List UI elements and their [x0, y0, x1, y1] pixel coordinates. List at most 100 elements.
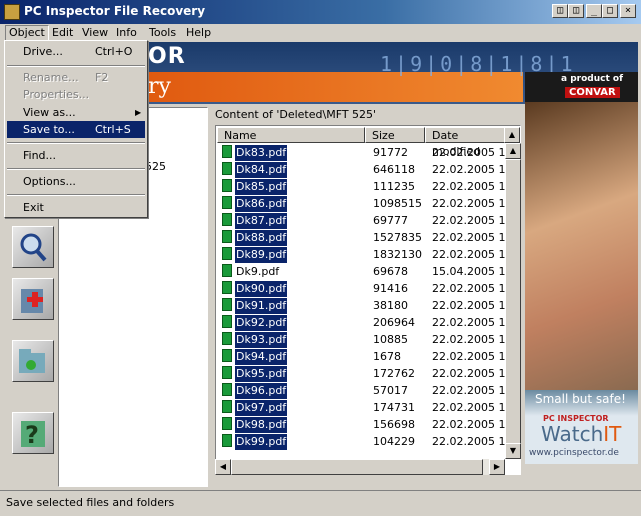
restore-small-icon[interactable]: ◫: [552, 4, 568, 18]
menu-item-exit[interactable]: Exit: [7, 199, 145, 216]
file-name-cell[interactable]: Dk86.pdf: [222, 196, 288, 212]
app-icon[interactable]: [4, 4, 20, 20]
pdf-file-icon: [222, 196, 232, 209]
maximize-button[interactable]: □: [602, 4, 618, 18]
file-row[interactable]: Dk95.pdf 172762 22.02.2005 19: [216, 366, 516, 383]
file-name-cell[interactable]: Dk84.pdf: [222, 162, 288, 178]
file-name-cell[interactable]: Dk87.pdf: [222, 213, 288, 229]
sort-arrow-icon[interactable]: ▲: [504, 127, 520, 143]
file-date: 22.02.2005 19: [432, 248, 513, 261]
ad-url[interactable]: www.pcinspector.de: [529, 448, 619, 458]
help-button[interactable]: ?: [12, 412, 54, 454]
file-row[interactable]: Dk83.pdf 91772 22.02.2005 19: [216, 145, 516, 162]
column-header-date[interactable]: Date modified: [425, 127, 505, 158]
file-row[interactable]: Dk94.pdf 1678 22.02.2005 19: [216, 349, 516, 366]
file-date: 22.02.2005 19: [432, 350, 513, 363]
pdf-file-icon: [222, 281, 232, 294]
menu-view[interactable]: View: [79, 26, 111, 40]
file-row[interactable]: Dk86.pdf 1098515 22.02.2005 19: [216, 196, 516, 213]
menu-item-label: View as...: [23, 106, 76, 119]
file-date: 22.02.2005 19: [432, 282, 513, 295]
ad-footer: Small but safe! PC INSPECTOR WatchIT www…: [525, 390, 638, 464]
file-name: Dk94.pdf: [235, 349, 288, 365]
recover-folder-button[interactable]: [12, 340, 54, 382]
file-row[interactable]: Dk84.pdf 646118 22.02.2005 19: [216, 162, 516, 179]
pdf-file-icon: [222, 213, 232, 226]
menu-separator: [7, 142, 145, 144]
file-row[interactable]: Dk88.pdf 1527835 22.02.2005 19: [216, 230, 516, 247]
menu-item-view-as[interactable]: View as... ▶: [7, 104, 145, 121]
file-row[interactable]: Dk85.pdf 111235 22.02.2005 19: [216, 179, 516, 196]
menu-separator: [7, 65, 145, 67]
column-header-size[interactable]: Size: [365, 127, 425, 143]
menu-item-find[interactable]: Find...: [7, 147, 145, 164]
file-size: 1098515: [373, 197, 422, 210]
file-name-cell[interactable]: Dk91.pdf: [222, 298, 288, 314]
file-name-cell[interactable]: Dk96.pdf: [222, 383, 288, 399]
menu-item-label: Exit: [23, 201, 44, 214]
tree-item-partial[interactable]: 525: [145, 160, 166, 173]
file-date: 22.02.2005 19: [432, 197, 513, 210]
file-name-cell[interactable]: Dk85.pdf: [222, 179, 288, 195]
file-name-cell[interactable]: Dk99.pdf: [222, 434, 288, 450]
file-list[interactable]: Name Size Date modified ▲ Dk83.pdf 91772 2…: [215, 125, 521, 475]
file-name: Dk9.pdf: [236, 265, 280, 278]
pdf-file-icon: [222, 179, 232, 192]
file-name: Dk86.pdf: [235, 196, 288, 212]
menu-edit[interactable]: Edit: [49, 26, 76, 40]
find-button[interactable]: [12, 226, 54, 268]
file-name: Dk85.pdf: [235, 179, 288, 195]
file-row[interactable]: Dk91.pdf 38180 22.02.2005 19: [216, 298, 516, 315]
close-button[interactable]: ×: [620, 4, 636, 18]
menu-item-save-to[interactable]: Save to... Ctrl+S: [7, 121, 145, 138]
file-row[interactable]: Dk99.pdf 104229 22.02.2005 19: [216, 434, 516, 451]
minimize-button[interactable]: _: [586, 4, 602, 18]
file-row[interactable]: Dk97.pdf 174731 22.02.2005 19: [216, 400, 516, 417]
logo-text-top: OR: [148, 44, 186, 69]
minimize-icon: _: [590, 5, 598, 16]
file-date: 22.02.2005 19: [432, 299, 513, 312]
file-name-cell[interactable]: Dk9.pdf: [222, 264, 280, 280]
logo-text-bottom: ry: [148, 74, 171, 99]
file-name: Dk99.pdf: [235, 434, 288, 450]
file-name-cell[interactable]: Dk97.pdf: [222, 400, 288, 416]
file-row[interactable]: Dk92.pdf 206964 22.02.2005 19: [216, 315, 516, 332]
file-size: 69678: [373, 265, 408, 278]
file-name-cell[interactable]: Dk92.pdf: [222, 315, 288, 331]
file-size: 1527835: [373, 231, 422, 244]
menu-help[interactable]: Help: [183, 26, 214, 40]
file-name-cell[interactable]: Dk93.pdf: [222, 332, 288, 348]
file-name-cell[interactable]: Dk94.pdf: [222, 349, 288, 365]
file-name-cell[interactable]: Dk95.pdf: [222, 366, 288, 382]
column-header-name[interactable]: Name: [217, 127, 365, 143]
pdf-file-icon: [222, 400, 232, 413]
resize-icon[interactable]: ◫: [568, 4, 584, 18]
file-row[interactable]: Dk9.pdf 69678 15.04.2005 16: [216, 264, 516, 281]
menu-item-label: Rename...: [23, 71, 79, 84]
menu-info[interactable]: Info: [113, 26, 140, 40]
menu-item-drive[interactable]: Drive... Ctrl+O: [7, 43, 145, 60]
file-row[interactable]: Dk93.pdf 10885 22.02.2005 19: [216, 332, 516, 349]
file-date: 22.02.2005 19: [432, 401, 513, 414]
file-size: 91416: [373, 282, 408, 295]
file-row[interactable]: Dk90.pdf 91416 22.02.2005 19: [216, 281, 516, 298]
file-name-cell[interactable]: Dk98.pdf: [222, 417, 288, 433]
file-name-cell[interactable]: Dk89.pdf: [222, 247, 288, 263]
file-name-cell[interactable]: Dk83.pdf: [222, 145, 288, 161]
file-name-cell[interactable]: Dk90.pdf: [222, 281, 288, 297]
menu-separator: [7, 194, 145, 196]
menu-object[interactable]: Object: [5, 25, 49, 41]
pdf-file-icon: [222, 298, 232, 311]
file-size: 156698: [373, 418, 415, 431]
file-row[interactable]: Dk87.pdf 69777 22.02.2005 19: [216, 213, 516, 230]
menu-tools[interactable]: Tools: [146, 26, 179, 40]
menu-item-options[interactable]: Options...: [7, 173, 145, 190]
file-row[interactable]: Dk89.pdf 1832130 22.02.2005 19: [216, 247, 516, 264]
file-row[interactable]: Dk98.pdf 156698 22.02.2005 19: [216, 417, 516, 434]
advertisement-panel[interactable]: a product of CONVAR Small but safe! PC I…: [525, 72, 638, 464]
file-row[interactable]: Dk96.pdf 57017 22.02.2005 19: [216, 383, 516, 400]
file-size: 91772: [373, 146, 408, 159]
add-button[interactable]: [12, 278, 54, 320]
file-name-cell[interactable]: Dk88.pdf: [222, 230, 288, 246]
file-date: 15.04.2005 16: [432, 265, 513, 278]
